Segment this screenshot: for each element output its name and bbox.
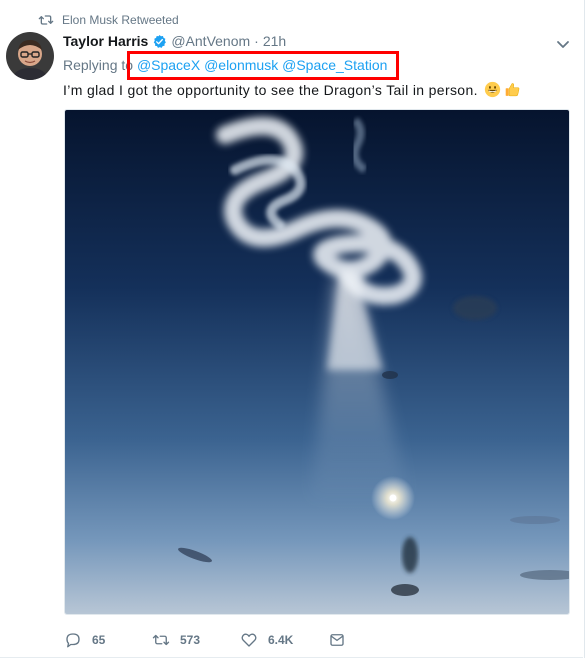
- reply-icon: [66, 633, 80, 648]
- annotation-highlight-box: [127, 51, 399, 80]
- rocket-launch-photo: [65, 110, 569, 614]
- author-fullname[interactable]: Taylor Harris: [63, 33, 148, 49]
- reply-count: 65: [92, 633, 106, 647]
- thumbs-up-icon: [505, 83, 520, 97]
- tweet-actions: 65 573 6.4K: [64, 630, 346, 650]
- tweet-card[interactable]: Elon Musk Retweeted Taylor Harris @AntVe…: [0, 0, 585, 658]
- tweet-text: I’m glad I got the opportunity to see th…: [63, 81, 521, 98]
- header-separator: ·: [254, 33, 259, 49]
- direct-message-button[interactable]: [328, 631, 346, 649]
- author-username[interactable]: @AntVenom: [171, 33, 250, 49]
- retweet-icon: [152, 634, 170, 646]
- reply-button[interactable]: 65: [64, 631, 152, 649]
- envelope-icon: [330, 634, 344, 646]
- tweet-media-photo[interactable]: [64, 109, 570, 615]
- chevron-down-icon[interactable]: [555, 36, 571, 52]
- retweet-context: Elon Musk Retweeted: [38, 12, 179, 28]
- retweet-count: 573: [180, 633, 201, 647]
- retweet-context-label[interactable]: Elon Musk Retweeted: [62, 13, 179, 27]
- retweet-button[interactable]: 573: [152, 631, 240, 649]
- reply-context-prefix: Replying to: [63, 57, 134, 73]
- avatar[interactable]: [6, 32, 54, 80]
- grinning-face-icon: [484, 81, 500, 98]
- tweet-body: I’m glad I got the opportunity to see th…: [63, 81, 478, 98]
- tweet-timestamp[interactable]: 21h: [263, 33, 286, 49]
- tweet-header: Taylor Harris @AntVenom · 21h: [63, 33, 286, 49]
- verified-badge-icon: [154, 34, 167, 48]
- like-count: 6.4K: [268, 633, 294, 647]
- like-button[interactable]: 6.4K: [240, 631, 328, 649]
- avatar-image: [6, 32, 54, 80]
- retweet-icon: [38, 15, 54, 25]
- heart-icon: [241, 633, 257, 647]
